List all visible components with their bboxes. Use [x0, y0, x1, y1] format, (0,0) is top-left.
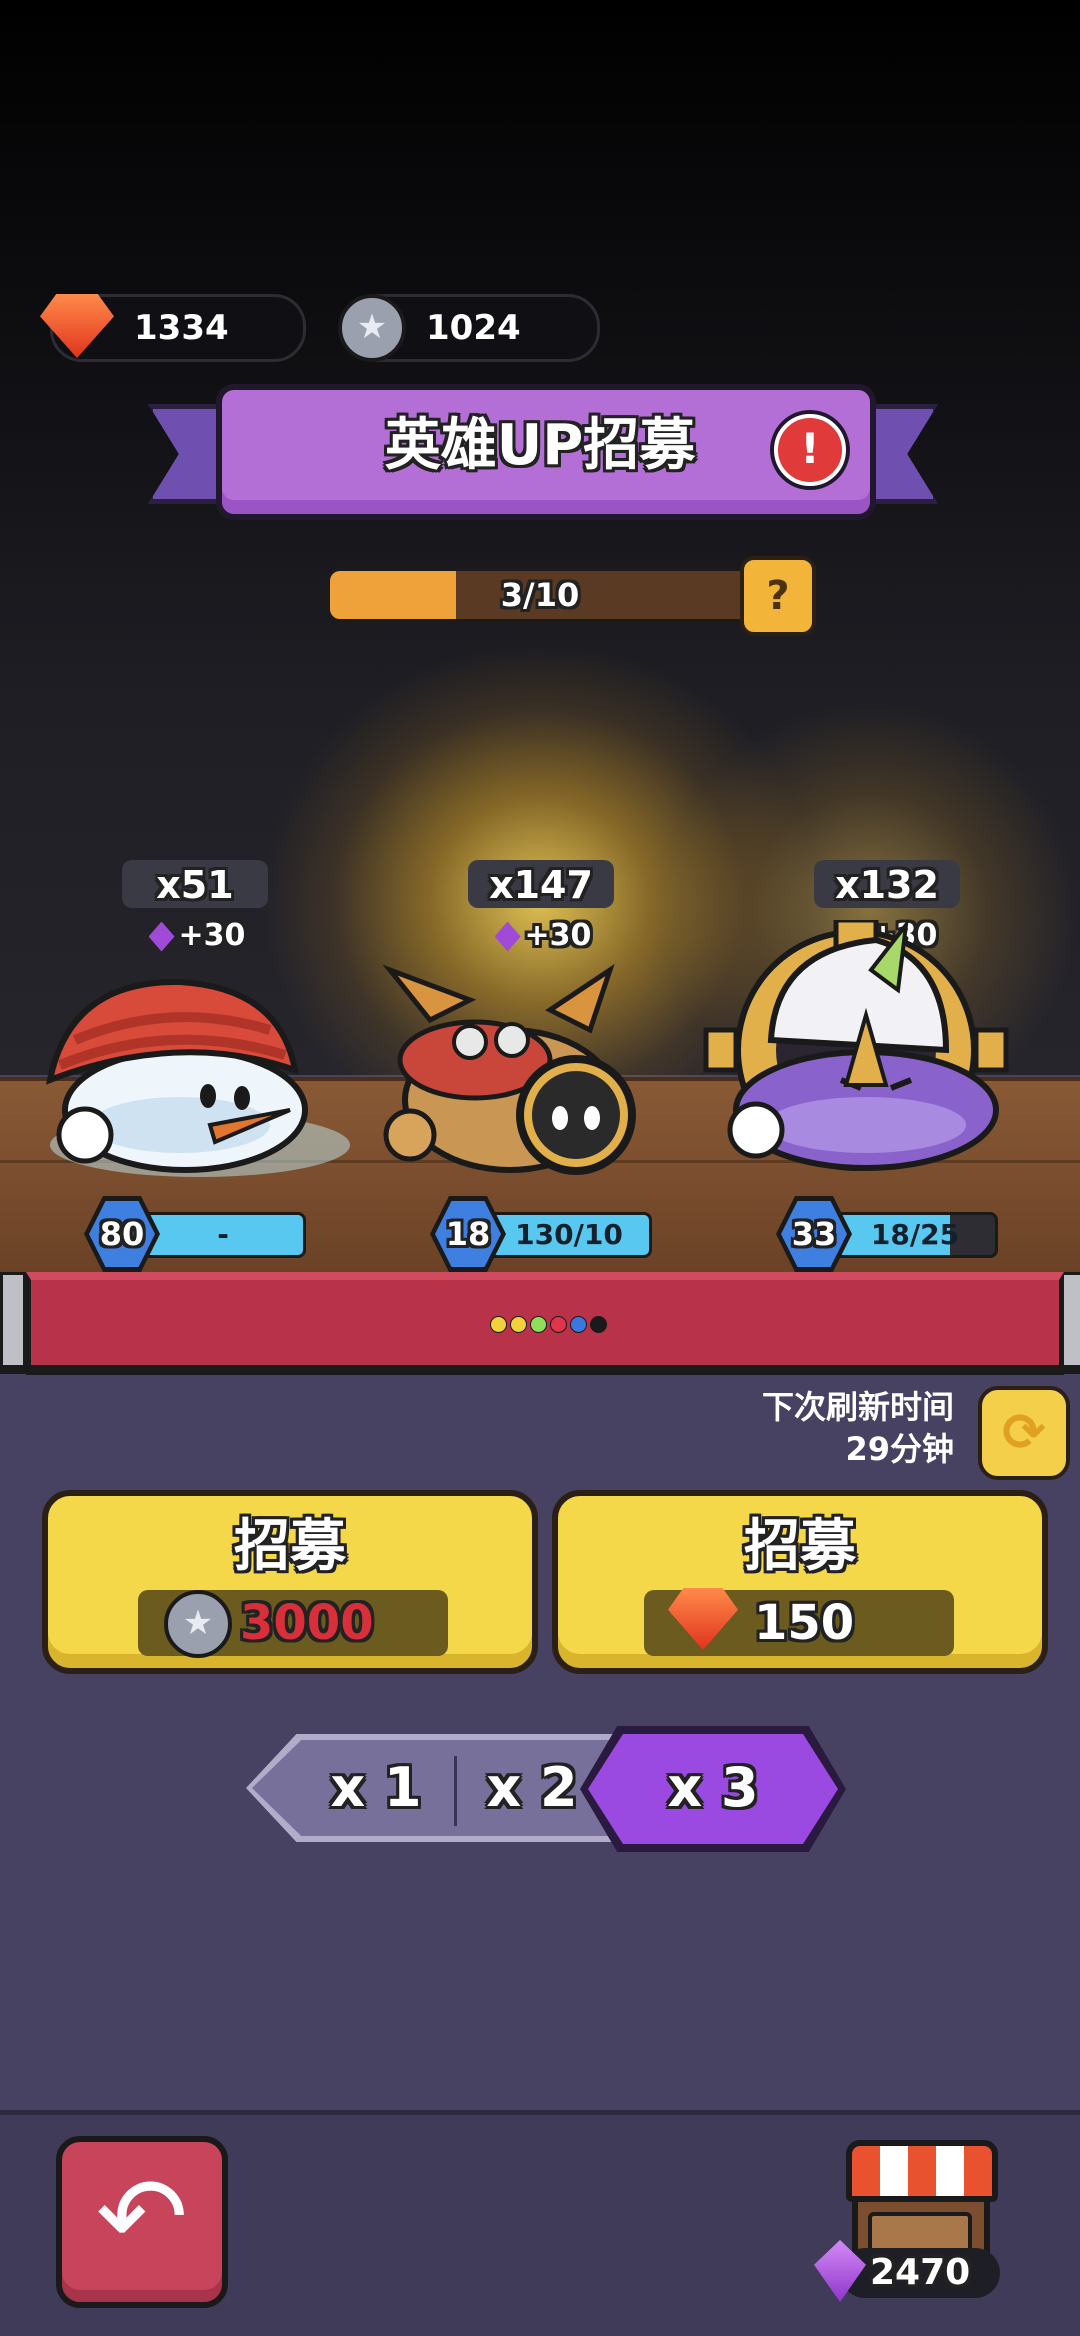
back-button[interactable]: ↶ [56, 2136, 228, 2308]
page-indicator [490, 1316, 610, 1333]
coin-count: 1024 [426, 308, 521, 348]
goggles-beetle-hero[interactable] [380, 960, 700, 1190]
post-left [0, 1272, 26, 1374]
back-arrow-icon: ↶ [95, 2153, 189, 2281]
hero-shards-1: - [217, 1218, 229, 1251]
refresh-label: 下次刷新时间 [761, 1388, 954, 1426]
recruit-price: 3000 [240, 1595, 374, 1651]
hero-shards-3: 18/25 [870, 1218, 960, 1251]
refresh-button[interactable]: ⟳ [978, 1386, 1070, 1480]
multiplier-divider [454, 1756, 457, 1826]
recruit-title: 招募 [744, 1514, 856, 1579]
exclamation-icon[interactable]: ! [774, 414, 846, 486]
multiplier-x1[interactable]: x 1 [306, 1748, 446, 1828]
coin-icon: ★ [164, 1590, 232, 1658]
hero-level-bar-2: 130/10 [486, 1212, 652, 1258]
multiplier-selector: x 1 x 2 x 3 [246, 1726, 846, 1852]
multiplier-x3[interactable]: x 3 [638, 1748, 788, 1828]
hero-bonus-1: +30 [142, 916, 252, 956]
page-dot [530, 1316, 547, 1333]
banner-title: 英雄UP招募 [384, 413, 696, 478]
refresh-time: 29分钟 [845, 1430, 954, 1468]
progress-label: 3/10 [500, 576, 580, 614]
hero-count-2: x147 [468, 860, 614, 908]
hero-bonus-2: +30 [488, 916, 598, 956]
gear-knight-hero[interactable] [676, 920, 1056, 1190]
recruit-title: 招募 [234, 1514, 346, 1579]
stage-bottom-edge [0, 1365, 1080, 1371]
hero-shards-2: 130/10 [515, 1218, 623, 1251]
gem-icon [148, 921, 175, 952]
hero-count-3: x132 [814, 860, 960, 908]
ruby-count: 1334 [134, 308, 229, 348]
page-dot [550, 1316, 567, 1333]
gem-icon [494, 921, 521, 952]
page-dot [510, 1316, 527, 1333]
page-dot [490, 1316, 507, 1333]
recruit-coin-button[interactable]: 招募 ★ 3000 [42, 1490, 538, 1674]
help-button[interactable]: ? [740, 556, 816, 636]
hero-count-1: x51 [122, 860, 268, 908]
snowman-hero[interactable] [30, 960, 350, 1190]
hero-level-bar-3: 18/25 [832, 1212, 998, 1258]
refresh-timer: 下次刷新时间 29分钟 [762, 1386, 954, 1470]
recruit-price: 150 [754, 1595, 855, 1651]
shop-awning [846, 2140, 998, 2202]
hero-level-bar-1: - [140, 1212, 306, 1258]
page-dot [570, 1316, 587, 1333]
coin-icon: ★ [338, 294, 406, 362]
recruit-ruby-button[interactable]: 招募 150 [552, 1490, 1048, 1674]
page-dot [590, 1316, 607, 1333]
shop-gem-count: 2470 [870, 2252, 971, 2293]
